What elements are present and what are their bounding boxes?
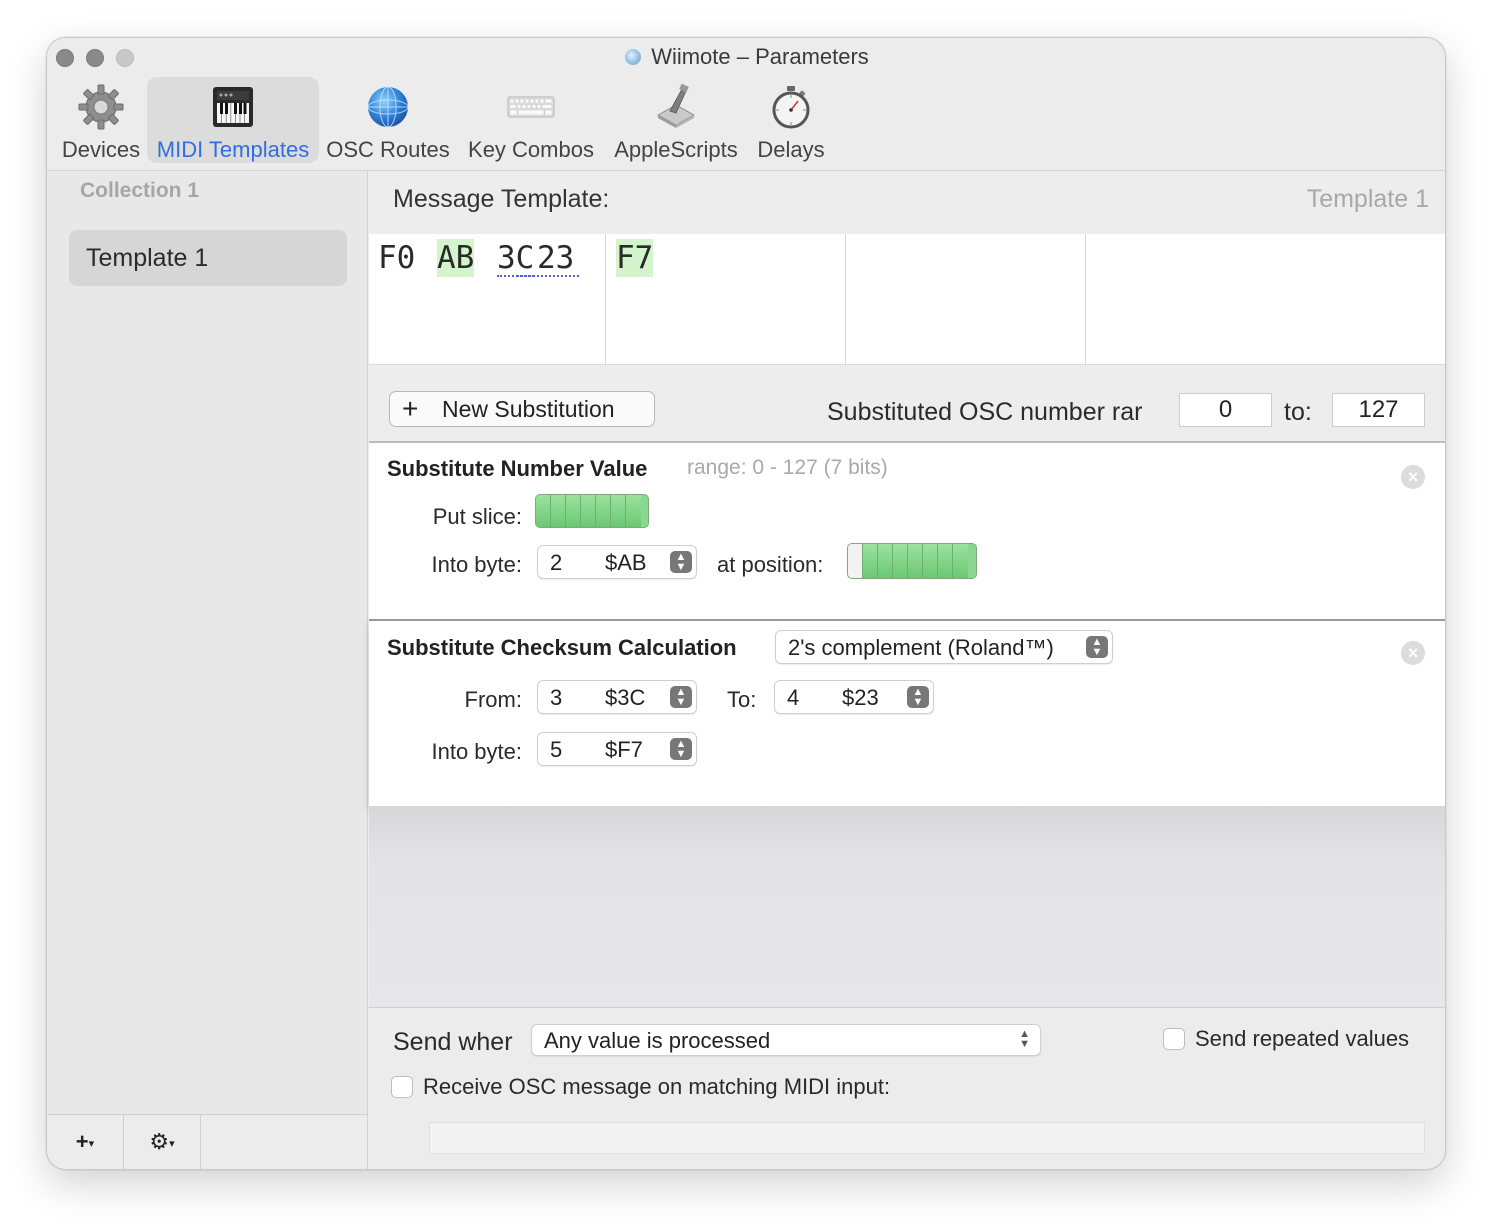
byte-4-substituted[interactable]: F7 (616, 239, 654, 277)
main-content: Message Template: Template 1 F0 AB 3C 23… (369, 171, 1445, 1169)
send-repeated-checkbox[interactable] (1163, 1028, 1185, 1050)
byte-0[interactable]: F0 (378, 239, 415, 277)
to-byte-stepper[interactable]: 4 $23 ▲ ▼ (774, 680, 934, 714)
column-divider (845, 234, 846, 365)
send-options: Send wher Any value is processed ▲ ▼ Send… (369, 1007, 1445, 1169)
stepper-arrows-icon[interactable]: ▲ ▼ (670, 738, 692, 760)
gear-icon (78, 84, 124, 130)
tab-applescripts[interactable]: AppleScripts (607, 77, 745, 163)
into-byte-stepper[interactable]: 5 $F7 ▲ ▼ (537, 732, 697, 766)
at-position-label: at position: (717, 552, 824, 577)
into-byte-stepper[interactable]: 2 $AB ▲ ▼ (537, 545, 697, 579)
toolbar: Wiimote – Parameters Devices MIDI Templa… (47, 38, 1445, 171)
osc-range-from-field[interactable]: 0 (1179, 393, 1272, 427)
stopwatch-icon (772, 86, 810, 129)
remove-substitution-button[interactable]: × (1401, 465, 1425, 489)
column-divider (1085, 234, 1086, 365)
osc-range-to-field[interactable]: 127 (1332, 393, 1425, 427)
into-byte-label: Into byte: (431, 739, 522, 764)
panel-title: Substitute Number Value (387, 456, 648, 481)
column-divider (605, 234, 606, 365)
checksum-method-popup[interactable]: 2's complement (Roland™) ▲ ▼ (775, 630, 1113, 664)
substitute-checksum-panel: Substitute Checksum Calculation 2's comp… (369, 619, 1445, 806)
tab-midi-templates[interactable]: MIDI Templates (147, 77, 319, 163)
byte-3-checksum-range[interactable]: 23 (517, 239, 579, 277)
piano-icon (213, 87, 253, 127)
gear-icon: ⚙ (149, 1129, 170, 1154)
byte-1-substituted[interactable]: AB (437, 239, 475, 277)
osc-range-label: Substituted OSC number rar (827, 398, 1143, 426)
app-icon (625, 49, 642, 65)
receive-osc-label: Receive OSC message on matching MIDI inp… (423, 1074, 891, 1099)
panel-title: Substitute Checksum Calculation (387, 635, 737, 660)
send-when-label: Send wher (393, 1028, 513, 1056)
sidebar-item-template-1[interactable]: Template 1 (69, 230, 347, 286)
into-byte-label: Into byte: (431, 552, 522, 577)
keyboard-icon (507, 96, 555, 118)
collection-header: Collection 1 (80, 179, 200, 202)
empty-substitution-area (369, 806, 1445, 1007)
osc-message-field[interactable] (429, 1122, 1425, 1154)
receive-osc-checkbox[interactable] (391, 1076, 413, 1098)
message-template-editor[interactable]: F0 AB 3C 23 F7 (369, 234, 1445, 365)
sidebar: Collection 1 Template 1 +▾ ⚙▾ (47, 171, 368, 1169)
dropdown-arrow-icon: ▾ (169, 1138, 175, 1150)
send-repeated-label: Send repeated values (1195, 1026, 1410, 1051)
from-byte-stepper[interactable]: 3 $3C ▲ ▼ (537, 680, 697, 714)
put-slice-bits[interactable] (535, 494, 649, 528)
applescript-icon (656, 83, 696, 128)
main-window: Wiimote – Parameters Devices MIDI Templa… (46, 37, 1446, 1170)
window-title: Wiimote – Parameters (47, 44, 1445, 70)
stepper-arrows-icon[interactable]: ▲ ▼ (670, 551, 692, 573)
send-when-popup[interactable]: Any value is processed ▲ ▼ (531, 1024, 1041, 1056)
stepper-arrows-icon[interactable]: ▲ ▼ (907, 686, 929, 708)
tab-key-combos[interactable]: Key Combos (463, 77, 599, 163)
action-menu-button[interactable]: ⚙▾ (124, 1115, 201, 1169)
put-slice-label: Put slice: (432, 504, 522, 529)
template-name-label: Template 1 (1306, 185, 1429, 213)
remove-substitution-button[interactable]: × (1401, 641, 1425, 665)
popup-arrows-icon: ▲ ▼ (1086, 636, 1108, 658)
from-label: From: (464, 687, 522, 712)
tab-osc-routes[interactable]: OSC Routes (323, 77, 453, 163)
range-info: range: 0 - 127 (7 bits) (687, 456, 888, 479)
tab-devices[interactable]: Devices (53, 77, 149, 163)
plus-icon: + (75, 1129, 89, 1154)
sidebar-item-label: Template 1 (86, 244, 209, 272)
osc-range-to-label: to: (1284, 398, 1312, 426)
message-template-heading: Message Template: (393, 185, 610, 213)
add-menu-button[interactable]: +▾ (47, 1115, 124, 1169)
dropdown-arrow-icon: ▾ (88, 1138, 95, 1150)
popup-arrows-icon: ▲ ▼ (1019, 1028, 1030, 1050)
globe-icon (367, 86, 409, 128)
stepper-arrows-icon[interactable]: ▲ ▼ (670, 686, 692, 708)
substitute-number-value-panel: Substitute Number Value range: 0 - 127 (… (369, 441, 1445, 619)
at-position-bits[interactable] (847, 543, 977, 579)
sidebar-footer: +▾ ⚙▾ (47, 1114, 367, 1169)
to-label: To: (727, 687, 757, 712)
tab-delays[interactable]: Delays (751, 77, 831, 163)
plus-icon: + (402, 393, 419, 424)
new-substitution-button[interactable]: + New Substitution (389, 391, 655, 427)
